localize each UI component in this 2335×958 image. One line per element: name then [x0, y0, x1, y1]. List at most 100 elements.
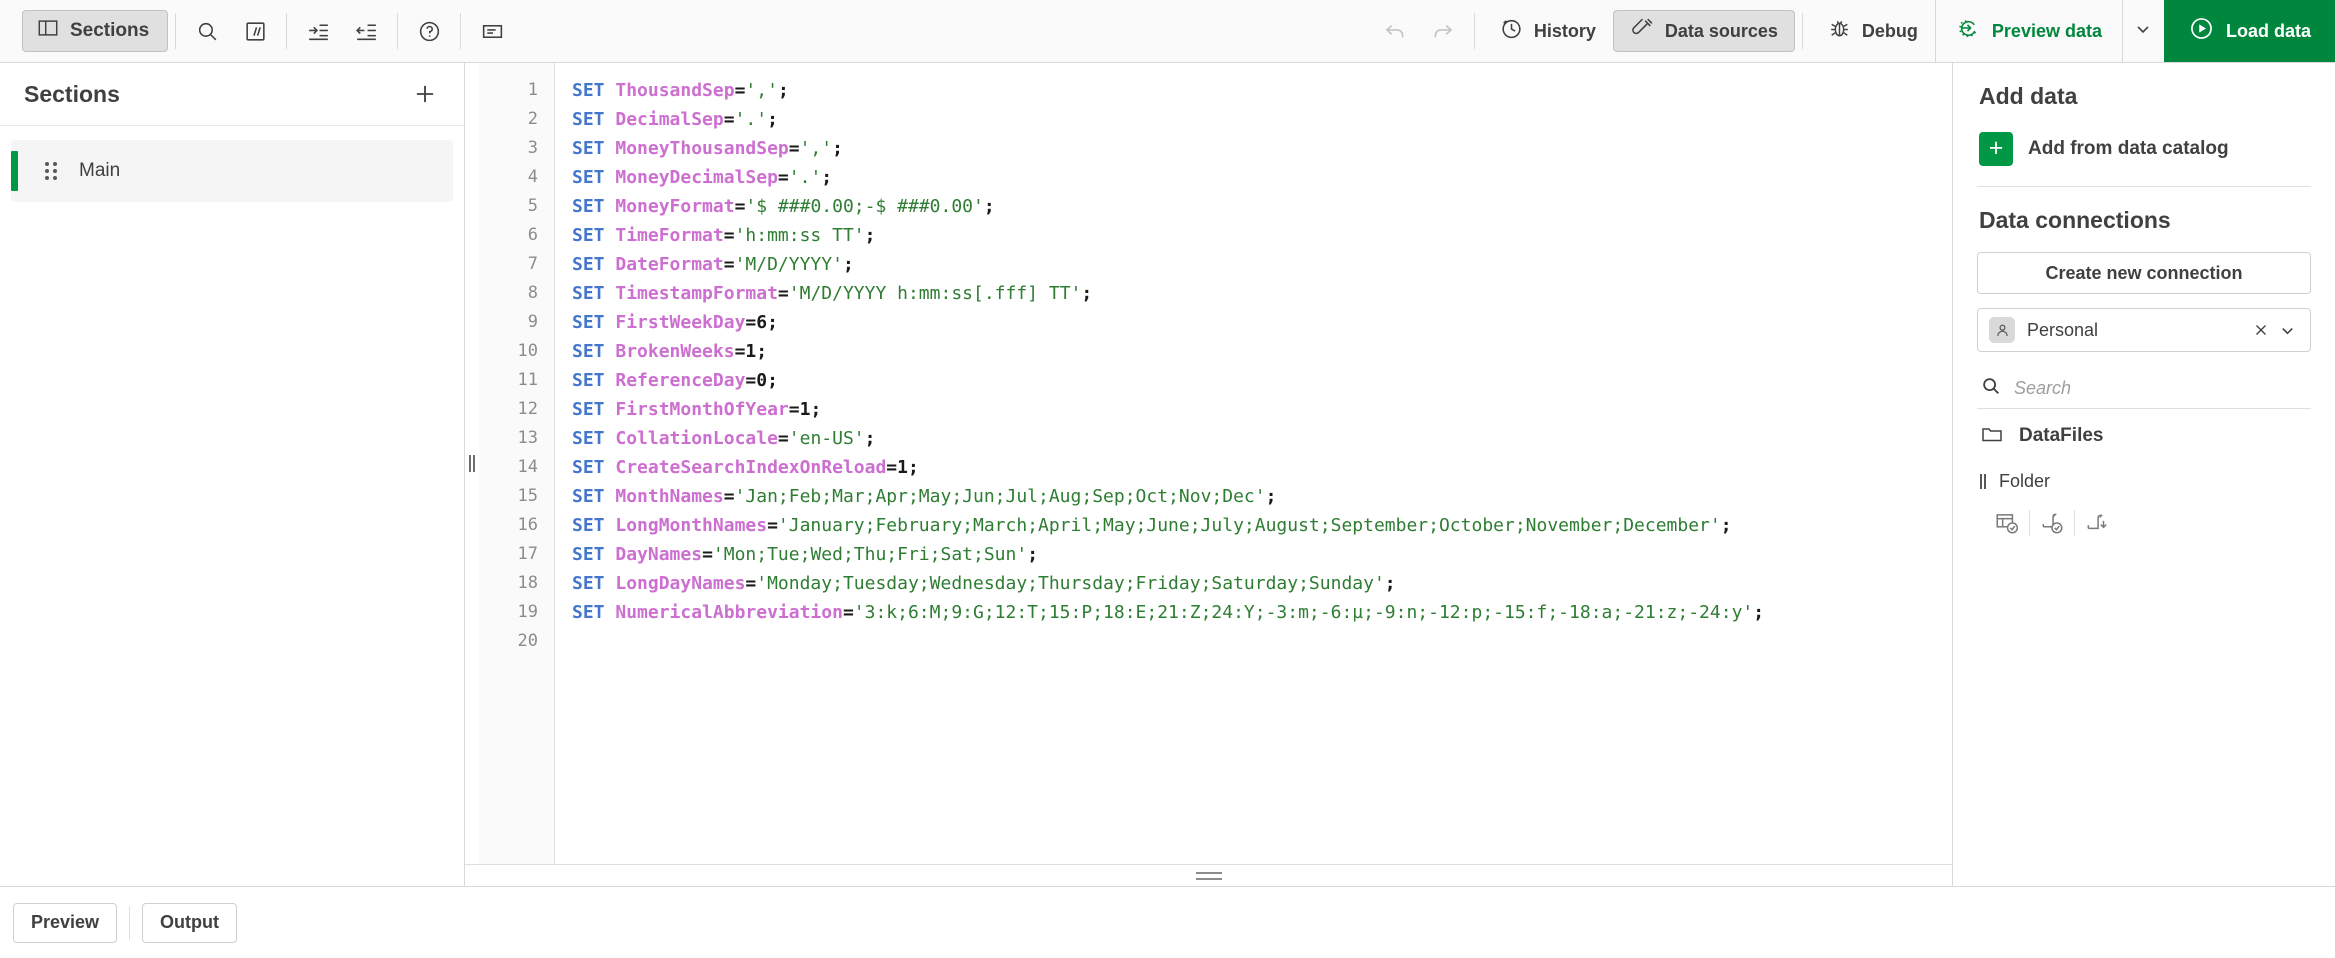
connection-select[interactable]: Personal: [1977, 308, 2311, 352]
editor-left-resize-handle[interactable]: [465, 63, 479, 864]
editor-bottom-resize-handle[interactable]: [465, 864, 1952, 886]
history-icon: [1499, 16, 1524, 46]
code-line: SET CollationLocale='en-US';: [572, 428, 876, 449]
play-circle-icon: [2188, 15, 2215, 47]
redo-icon[interactable]: [1419, 7, 1467, 55]
toolbar-divider: [175, 13, 177, 49]
select-script-icon[interactable]: [2030, 502, 2074, 544]
line-number: 12: [517, 399, 538, 419]
add-data-panel: Add data + Add from data catalog Data co…: [1953, 63, 2335, 886]
line-number: 8: [527, 283, 538, 303]
code-line: SET NumericalAbbreviation='3:k;6:M;9:G;1…: [572, 602, 1765, 623]
line-number: 4: [527, 167, 538, 187]
code-line: SET MoneyDecimalSep='.';: [572, 167, 833, 188]
sections-list: Main: [0, 126, 464, 202]
line-number: 17: [517, 544, 538, 564]
data-connections-title: Data connections: [1979, 207, 2171, 233]
line-number: 3: [527, 138, 538, 158]
debug-label: Debug: [1861, 20, 1918, 41]
load-data-label: Load data: [2225, 20, 2311, 41]
toolbar-left-group: Sections: [0, 0, 516, 62]
data-sources-button[interactable]: Data sources: [1612, 10, 1795, 52]
history-label: History: [1533, 20, 1596, 41]
code-line: SET TimeFormat='h:mm:ss TT';: [572, 225, 876, 246]
help-icon[interactable]: [405, 7, 453, 55]
line-number: 13: [517, 428, 538, 448]
resize-handle-icon[interactable]: [1980, 474, 1986, 489]
sections-header: Sections: [0, 63, 464, 126]
add-from-data-catalog-button[interactable]: + Add from data catalog: [1979, 132, 2311, 166]
divider: [129, 905, 131, 940]
sections-toggle-button[interactable]: Sections: [22, 10, 169, 52]
connector-icon: [1630, 16, 1655, 46]
toolbar-divider: [1473, 13, 1475, 49]
search-icon: [1980, 375, 2002, 402]
line-number: 10: [517, 341, 538, 361]
bottom-bar: Preview Output: [0, 886, 2335, 958]
connection-item-label: DataFiles: [2019, 425, 2104, 446]
gear-arrow-icon: [1956, 16, 1981, 46]
section-item-main[interactable]: Main: [11, 140, 453, 202]
main-body: Sections Main 1 2 3 4 5 6 7 8 9 10 11 12 13 14 15 16 17 1…: [0, 63, 2335, 886]
preview-data-dropdown-button[interactable]: [2121, 0, 2164, 62]
indent-icon[interactable]: [294, 7, 342, 55]
undo-icon[interactable]: [1371, 7, 1419, 55]
toolbar-divider: [460, 13, 462, 49]
line-number-gutter: 1 2 3 4 5 6 7 8 9 10 11 12 13 14 15 16 17 18 19 20: [479, 63, 555, 864]
output-tab-button[interactable]: Output: [142, 902, 238, 943]
connection-search-row[interactable]: Search: [1977, 368, 2311, 408]
search-input-placeholder: Search: [2014, 377, 2072, 398]
drag-handle-icon[interactable]: [45, 162, 57, 180]
connection-item-datafiles[interactable]: DataFiles: [1977, 409, 2311, 463]
preview-tab-button[interactable]: Preview: [13, 902, 118, 943]
plus-icon: +: [1979, 132, 2013, 166]
line-number: 18: [517, 573, 538, 593]
toolbar-divider: [397, 13, 399, 49]
clear-connection-icon[interactable]: [2248, 317, 2274, 343]
top-toolbar: Sections History Data sources Debug Prev…: [0, 0, 2335, 63]
insert-script-icon[interactable]: [2075, 502, 2119, 544]
line-number: 16: [517, 515, 538, 535]
comment-icon[interactable]: [231, 7, 279, 55]
add-data-title: Add data: [1979, 83, 2078, 109]
connection-name: Personal: [2027, 319, 2099, 340]
sections-panel-title: Sections: [24, 80, 120, 107]
line-number: 7: [527, 254, 538, 274]
debug-button[interactable]: Debug: [1810, 10, 1935, 52]
data-sources-label: Data sources: [1664, 20, 1778, 41]
history-button[interactable]: History: [1482, 10, 1613, 52]
code-line: SET CreateSearchIndexOnReload=1;: [572, 457, 919, 478]
add-section-button[interactable]: [408, 77, 442, 111]
script-editor[interactable]: 1 2 3 4 5 6 7 8 9 10 11 12 13 14 15 16 17 18 19 20 SET Thou…: [465, 63, 1952, 864]
resize-grip-icon: [1195, 871, 1222, 880]
sections-panel: Sections Main: [0, 63, 465, 886]
folder-icon: [1980, 422, 2004, 451]
line-number: 9: [527, 312, 538, 332]
code-content[interactable]: SET ThousandSep=','; SET DecimalSep='.'; S…: [555, 63, 1952, 864]
create-new-connection-button[interactable]: Create new connection: [1977, 252, 2311, 294]
section-selected-indicator: [11, 151, 18, 191]
load-data-button[interactable]: Load data: [2163, 0, 2335, 62]
code-line: SET DateFormat='M/D/YYYY';: [572, 254, 854, 275]
code-line: SET FirstWeekDay=6;: [572, 312, 778, 333]
search-icon[interactable]: [183, 7, 231, 55]
outdent-icon[interactable]: [342, 7, 390, 55]
code-line: SET ThousandSep=',';: [572, 80, 789, 101]
code-line: SET DayNames='Mon;Tue;Wed;Thu;Fri;Sat;Su…: [572, 544, 1039, 565]
connection-action-icons: [1977, 502, 2311, 544]
toolbar-divider: [286, 13, 288, 49]
code-line: SET MoneyFormat='$ ###0.00;-$ ###0.00';: [572, 196, 995, 217]
preview-data-button[interactable]: Preview data: [1934, 0, 2122, 62]
line-number: 20: [517, 631, 538, 651]
toolbar-right-group: History Data sources Debug Preview data …: [1371, 0, 2335, 62]
code-line: SET ReferenceDay=0;: [572, 370, 778, 391]
chevron-down-icon[interactable]: [2274, 317, 2300, 343]
line-number: 14: [517, 457, 538, 477]
code-line: SET LongMonthNames='January;February;Mar…: [572, 515, 1732, 536]
add-from-data-catalog-label: Add from data catalog: [2028, 138, 2229, 159]
select-data-icon[interactable]: [1985, 502, 2029, 544]
line-number: 2: [527, 109, 538, 129]
code-line: SET MonthNames='Jan;Feb;Mar;Apr;May;Jun;…: [572, 486, 1277, 507]
variables-icon[interactable]: [468, 7, 516, 55]
